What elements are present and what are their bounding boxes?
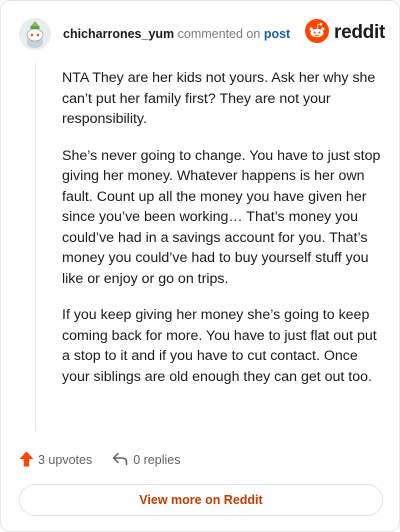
comment-card: chicharrones_yum commented on post reddi… [0, 0, 400, 532]
thread-line [35, 63, 36, 431]
comment-header: chicharrones_yum commented on post reddi… [19, 18, 385, 52]
username-link[interactable]: chicharrones_yum [63, 27, 174, 41]
upvote-arrow-icon [19, 451, 34, 470]
reply-arrow-icon [112, 452, 128, 469]
upvote-count: 3 upvotes [38, 453, 93, 467]
upvote-button[interactable]: 3 upvotes [19, 451, 92, 470]
reddit-logo[interactable]: reddit [305, 18, 385, 48]
comment-footer: 3 upvotes 0 replies [19, 449, 180, 471]
comment-paragraph: She’s never going to change. You have to… [62, 147, 381, 287]
snoo-avatar-icon[interactable] [19, 18, 51, 50]
reddit-wordmark: reddit [334, 22, 385, 43]
view-more-button[interactable]: View more on Reddit [19, 484, 383, 516]
post-link[interactable]: post [264, 27, 290, 41]
comment-paragraph: NTA They are her kids not yours. Ask her… [62, 70, 376, 127]
replies-button[interactable]: 0 replies [112, 452, 180, 469]
comment-paragraph: If you keep giving her money she’s going… [62, 307, 377, 385]
reply-count: 0 replies [133, 453, 181, 467]
comment-body: NTA They are her kids not yours. Ask her… [62, 68, 382, 403]
author-line: chicharrones_yum commented on post [63, 27, 290, 41]
action-text: commented on [177, 27, 261, 41]
reddit-logo-icon [305, 18, 330, 48]
